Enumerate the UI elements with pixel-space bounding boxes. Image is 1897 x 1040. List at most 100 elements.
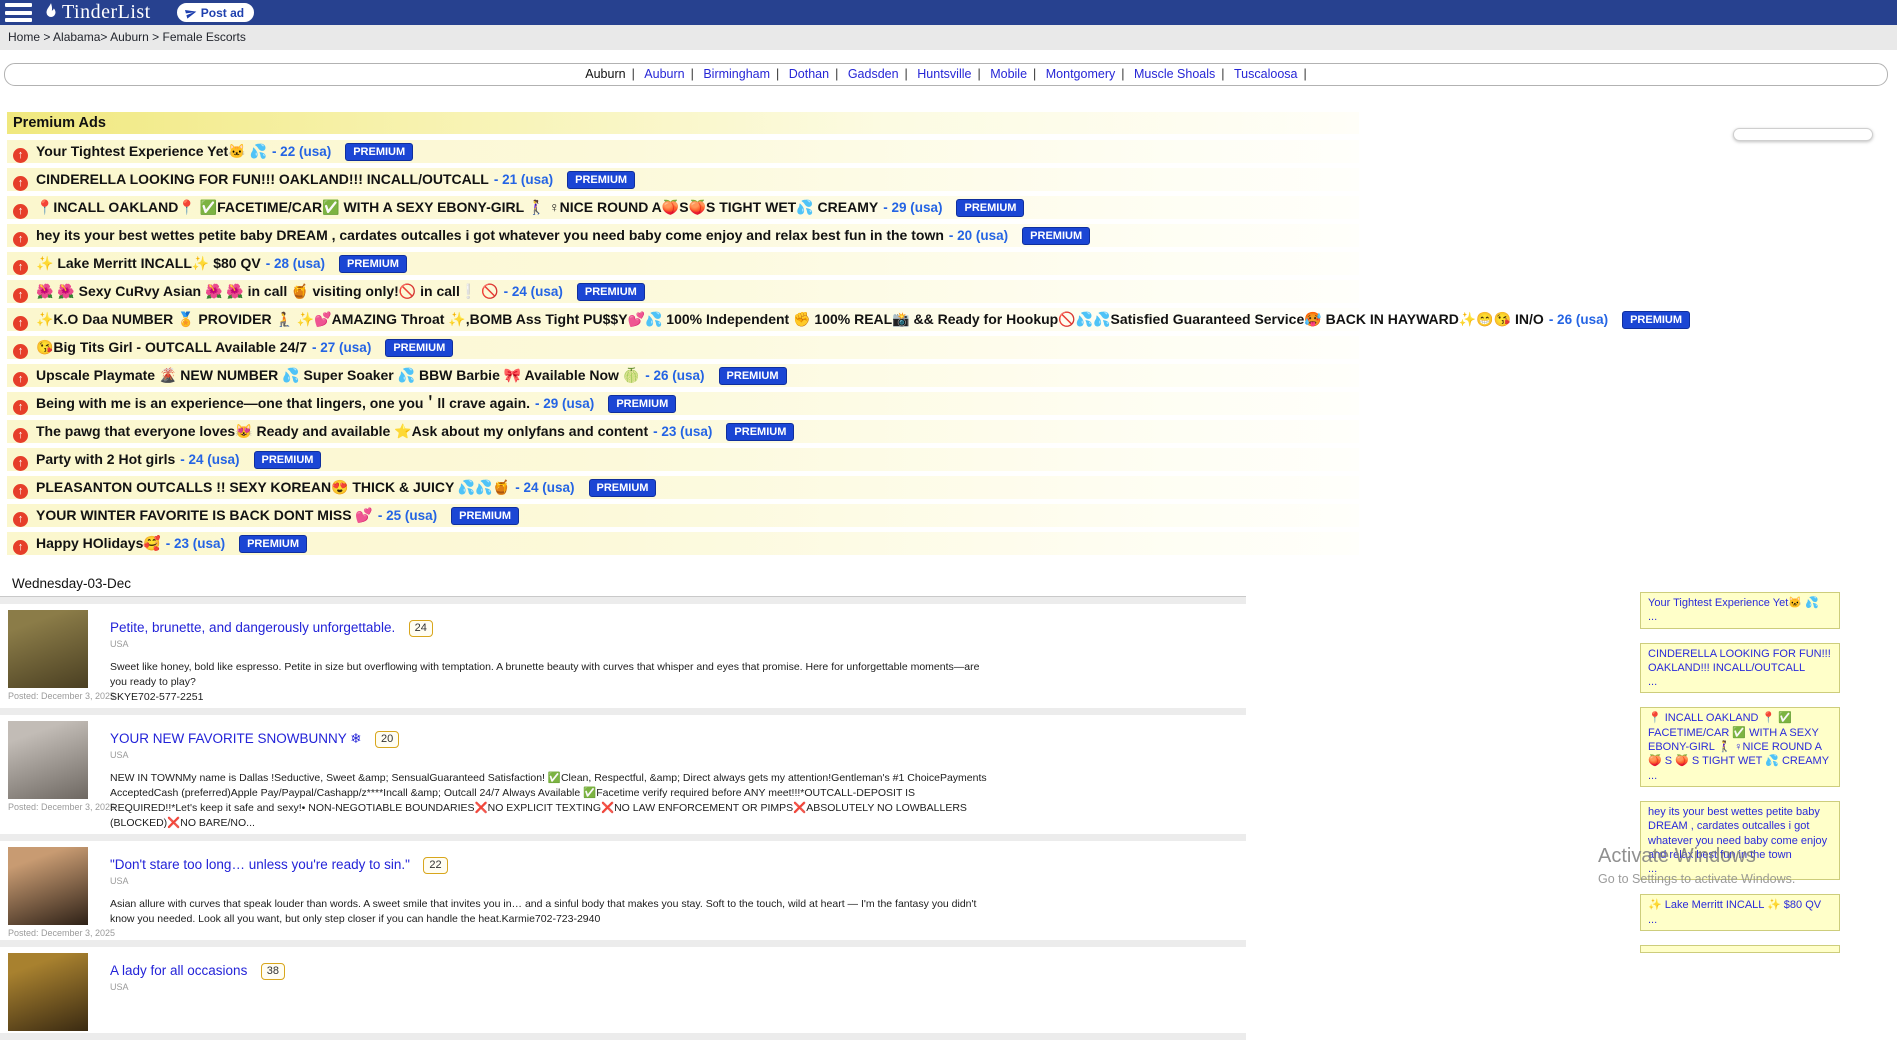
date-header: Wednesday-03-Dec bbox=[0, 570, 1246, 597]
premium-ad-title-link[interactable]: CINDERELLA LOOKING FOR FUN!!! OAKLAND!!!… bbox=[36, 171, 489, 187]
sidebar-ad-more-link[interactable]: ... bbox=[1648, 611, 1657, 623]
premium-ad-row[interactable]: ↑The pawg that everyone loves😻 Ready and… bbox=[7, 420, 1359, 443]
listing-card[interactable]: Posted: December 3, 2025 "Don't stare to… bbox=[0, 841, 1246, 940]
up-arrow-icon: ↑ bbox=[13, 288, 28, 303]
breadcrumb-link[interactable]: Home bbox=[8, 30, 40, 44]
sidebar-ad-more-link[interactable]: ... bbox=[1648, 914, 1657, 926]
premium-ad-row[interactable]: ↑✨ Lake Merritt INCALL✨ $80 QV- 28 (usa)… bbox=[7, 252, 1359, 275]
premium-badge: PREMIUM bbox=[1622, 311, 1690, 329]
premium-badge: PREMIUM bbox=[254, 451, 322, 469]
premium-ad-row[interactable]: ↑📍INCALL OAKLAND📍 ✅FACETIME/CAR✅ WITH A … bbox=[7, 196, 1359, 219]
premium-ad-title-link[interactable]: ✨ Lake Merritt INCALL✨ $80 QV bbox=[36, 255, 261, 271]
sidebar-ad-box[interactable]: Your Tightest Experience Yet🐱 💦 ... bbox=[1640, 592, 1840, 629]
sidebar-ad-link[interactable]: 📍 INCALL OAKLAND 📍 ✅ FACETIME/CAR ✅ WITH… bbox=[1648, 711, 1832, 768]
age-location-meta: - 25 (usa) bbox=[378, 508, 437, 523]
premium-ad-title-link[interactable]: YOUR WINTER FAVORITE IS BACK DONT MISS 💕 bbox=[36, 507, 373, 523]
premium-ad-title-link[interactable]: Happy HOlidays🥰 bbox=[36, 535, 161, 551]
premium-ad-title-link[interactable]: Your Tightest Experience Yet🐱 💦 bbox=[36, 143, 267, 159]
premium-ad-row[interactable]: ↑ 🌺 🌺 Sexy CuRvy Asian 🌺 🌺 in call 🍯 visi… bbox=[7, 280, 1359, 303]
breadcrumb-link[interactable]: Auburn bbox=[110, 30, 149, 44]
premium-ad-row[interactable]: ↑ YOUR WINTER FAVORITE IS BACK DONT MISS … bbox=[7, 504, 1359, 527]
up-arrow-icon: ↑ bbox=[13, 400, 28, 415]
listing-title-link[interactable]: "Don't stare too long… unless you're rea… bbox=[110, 857, 410, 872]
listing-card[interactable]: Posted: December 3, 2025 YOUR NEW FAVORI… bbox=[0, 715, 1246, 834]
listing-description: NEW IN TOWNMy name is Dallas !Seductive,… bbox=[110, 771, 990, 832]
sidebar-ads: Your Tightest Experience Yet🐱 💦 ... CIND… bbox=[1640, 592, 1840, 967]
premium-ad-title-link[interactable]: ✨K.O Daa NUMBER 🏅 PROVIDER 🧎 ✨💕AMAZING T… bbox=[36, 311, 1544, 327]
premium-badge: PREMIUM bbox=[726, 423, 794, 441]
premium-ad-row[interactable]: ↑CINDERELLA LOOKING FOR FUN!!! OAKLAND!!… bbox=[7, 168, 1359, 191]
city-link[interactable]: Gadsden bbox=[848, 67, 899, 81]
premium-ad-title-link[interactable]: PLEASANTON OUTCALLS !! SEXY KOREAN😍 THIC… bbox=[36, 479, 510, 495]
sidebar-ad-box[interactable]: ✨ Lake Merritt INCALL ✨ $80 QV ... bbox=[1640, 894, 1840, 931]
sidebar-ad-link[interactable]: ✨ Lake Merritt INCALL ✨ $80 QV bbox=[1648, 898, 1832, 912]
up-arrow-icon: ↑ bbox=[13, 484, 28, 499]
city-link[interactable]: Montgomery bbox=[1046, 67, 1115, 81]
city-separator: | bbox=[1221, 67, 1224, 81]
listing-title-link[interactable]: Petite, brunette, and dangerously unforg… bbox=[110, 620, 395, 635]
premium-badge: PREMIUM bbox=[608, 395, 676, 413]
premium-ad-title-link[interactable]: The pawg that everyone loves😻 Ready and … bbox=[36, 423, 648, 439]
premium-ad-row[interactable]: ↑😘Big Tits Girl - OUTCALL Available 24/7… bbox=[7, 336, 1359, 359]
premium-ad-row[interactable]: ↑ PLEASANTON OUTCALLS !! SEXY KOREAN😍 THI… bbox=[7, 476, 1359, 499]
sidebar-ad-box[interactable]: hey its your best wettes petite baby DRE… bbox=[1640, 801, 1840, 880]
age-location-meta: - 29 (usa) bbox=[883, 200, 942, 215]
premium-ad-row[interactable]: ↑Upscale Playmate 🌋 NEW NUMBER 💦 Super S… bbox=[7, 364, 1359, 387]
city-link[interactable]: Mobile bbox=[990, 67, 1027, 81]
listing-card[interactable]: A lady for all occasions 38 USA bbox=[0, 947, 1246, 1033]
age-location-meta: - 21 (usa) bbox=[494, 172, 553, 187]
sidebar-ad-more-link[interactable]: ... bbox=[1648, 770, 1657, 782]
premium-ad-title-link[interactable]: Being with me is an experience—one that … bbox=[36, 395, 530, 411]
premium-ad-title-link[interactable]: Upscale Playmate 🌋 NEW NUMBER 💦 Super So… bbox=[36, 367, 640, 383]
listing-card[interactable]: Posted: December 3, 2025 Petite, brunett… bbox=[0, 604, 1246, 708]
premium-badge: PREMIUM bbox=[339, 255, 407, 273]
listing-title-link[interactable]: YOUR NEW FAVORITE SNOWBUNNY ❄ bbox=[110, 731, 362, 746]
premium-ad-title-link[interactable]: Party with 2 Hot girls bbox=[36, 451, 175, 467]
up-arrow-icon: ↑ bbox=[13, 512, 28, 527]
premium-ad-row[interactable]: ↑Happy HOlidays🥰- 23 (usa)PREMIUM bbox=[7, 532, 1359, 555]
listing-title-link[interactable]: A lady for all occasions bbox=[110, 963, 247, 978]
premium-ads-list: ↑ Your Tightest Experience Yet🐱 💦 - 22 (us… bbox=[7, 140, 1359, 555]
sidebar-ad-box[interactable]: CINDERELLA LOOKING FOR FUN!!! OAKLAND!!!… bbox=[1640, 643, 1840, 694]
city-separator: | bbox=[905, 67, 908, 81]
listing-thumbnail[interactable] bbox=[8, 847, 88, 925]
premium-badge: PREMIUM bbox=[385, 339, 453, 357]
city-link[interactable]: Tuscaloosa bbox=[1234, 67, 1297, 81]
sidebar-ad-box[interactable]: 📍 INCALL OAKLAND 📍 ✅ FACETIME/CAR ✅ WITH… bbox=[1640, 707, 1840, 786]
premium-ad-title-link[interactable]: hey its your best wettes petite baby DRE… bbox=[36, 227, 944, 243]
sidebar-ad-link[interactable]: hey its your best wettes petite baby DRE… bbox=[1648, 805, 1832, 862]
sidebar-ad-more-link[interactable]: ... bbox=[1648, 676, 1657, 688]
floating-scrollbar-thumb[interactable] bbox=[1733, 128, 1873, 141]
city-link[interactable]: Muscle Shoals bbox=[1134, 67, 1215, 81]
sidebar-ad-more-link[interactable]: ... bbox=[1648, 863, 1657, 875]
breadcrumb-link[interactable]: Female Escorts bbox=[162, 30, 245, 44]
premium-ad-row[interactable]: ↑hey its your best wettes petite baby DR… bbox=[7, 224, 1359, 247]
city-link[interactable]: Auburn bbox=[644, 67, 684, 81]
premium-ad-row[interactable]: ↑ Being with me is an experience—one that… bbox=[7, 392, 1359, 415]
paper-plane-icon bbox=[185, 7, 197, 19]
breadcrumb-link[interactable]: Alabama bbox=[53, 30, 100, 44]
listing-thumbnail[interactable] bbox=[8, 610, 88, 688]
post-ad-button[interactable]: Post ad bbox=[177, 3, 254, 22]
sidebar-ad-link[interactable]: CINDERELLA LOOKING FOR FUN!!! OAKLAND!!!… bbox=[1648, 647, 1832, 676]
premium-ad-row[interactable]: ↑Your Tightest Experience Yet🐱 💦- 22 (us… bbox=[7, 140, 1359, 163]
listing-thumbnail[interactable] bbox=[8, 953, 88, 1031]
premium-ad-title-link[interactable]: 😘Big Tits Girl - OUTCALL Available 24/7 bbox=[36, 339, 307, 355]
age-location-meta: - 26 (usa) bbox=[1549, 312, 1608, 327]
hamburger-menu-icon[interactable] bbox=[5, 3, 32, 22]
city-link[interactable]: Birmingham bbox=[703, 67, 770, 81]
premium-ad-row[interactable]: ↑✨K.O Daa NUMBER 🏅 PROVIDER 🧎 ✨💕AMAZING … bbox=[7, 308, 1359, 331]
city-link[interactable]: Dothan bbox=[789, 67, 829, 81]
age-location-meta: - 29 (usa) bbox=[535, 396, 594, 411]
sidebar-ad-box[interactable] bbox=[1640, 945, 1840, 953]
up-arrow-icon: ↑ bbox=[13, 456, 28, 471]
premium-ad-title-link[interactable]: 📍INCALL OAKLAND📍 ✅FACETIME/CAR✅ WITH A S… bbox=[36, 199, 878, 215]
city-link[interactable]: Huntsville bbox=[917, 67, 971, 81]
premium-ad-row[interactable]: ↑Party with 2 Hot girls- 24 (usa)PREMIUM bbox=[7, 448, 1359, 471]
premium-ad-title-link[interactable]: 🌺 🌺 Sexy CuRvy Asian 🌺 🌺 in call 🍯 visit… bbox=[36, 283, 499, 299]
brand-logo[interactable]: TinderList bbox=[42, 1, 151, 25]
sidebar-ad-link[interactable]: Your Tightest Experience Yet🐱 💦 bbox=[1648, 596, 1832, 610]
listing-thumbnail[interactable] bbox=[8, 721, 88, 799]
premium-badge: PREMIUM bbox=[345, 143, 413, 161]
age-location-meta: - 22 (usa) bbox=[272, 144, 331, 159]
